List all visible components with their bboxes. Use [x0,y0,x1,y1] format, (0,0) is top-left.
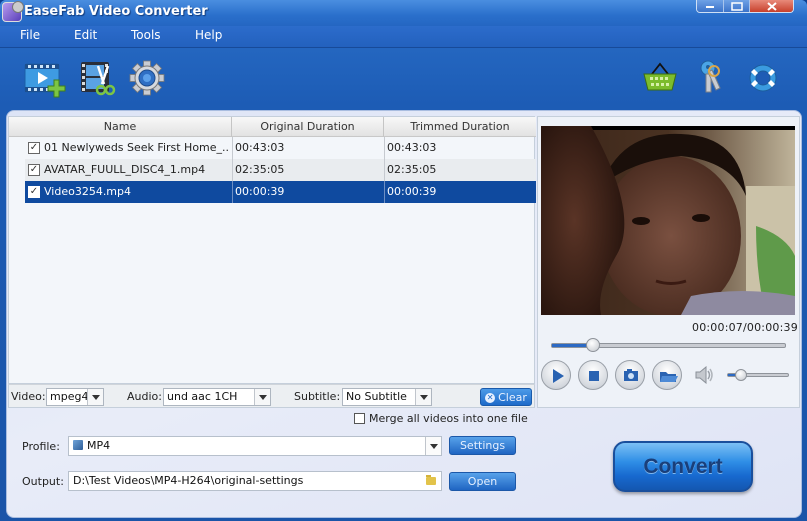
app-window: EaseFab Video Converter File Edit Tools … [0,0,807,521]
output-path-input[interactable]: D:\Test Videos\MP4-H264\original-setting… [68,471,442,491]
table-header: Name Original Duration Trimmed Duration [9,117,536,137]
column-header-name[interactable]: Name [9,117,232,137]
profile-label: Profile: [22,440,60,453]
trimmed-duration: 00:00:39 [384,181,536,203]
profile-format-icon [73,440,83,450]
camera-icon [624,369,638,381]
snapshot-button[interactable] [615,360,645,390]
video-frame-image [541,126,795,315]
file-list[interactable]: Name Original Duration Trimmed Duration … [8,116,536,384]
table-row-selected[interactable]: ✓ Video3254.mp4 00:00:39 00:00:39 [25,181,536,203]
volume-button[interactable] [694,365,714,385]
audio-track-select[interactable]: und aac 1CH [163,388,271,406]
merge-checkbox[interactable]: Merge all videos into one file [354,412,528,425]
audio-track-value: und aac 1CH [167,390,238,403]
maximize-icon [730,1,743,11]
menu-tools[interactable]: Tools [131,28,161,42]
original-duration: 00:43:03 [232,137,384,159]
app-logo-icon [2,1,24,22]
speaker-icon [695,365,713,385]
convert-button[interactable]: Convert [613,441,753,492]
film-scissors-icon [81,62,116,96]
column-header-trimmed-duration[interactable]: Trimmed Duration [384,117,536,137]
open-folder-button[interactable] [652,360,682,390]
output-path-value: D:\Test Videos\MP4-H264\original-setting… [73,474,304,487]
minimize-icon [706,6,714,8]
window-title: EaseFab Video Converter [24,4,208,19]
trimmed-duration: 02:35:05 [384,159,536,181]
volume-handle[interactable] [734,369,747,381]
video-codec-value: mpeg4 [50,390,89,403]
open-button[interactable]: Open [449,472,516,491]
add-video-button[interactable] [24,60,66,98]
keys-icon [700,60,721,93]
buy-basket-button[interactable] [642,60,682,98]
video-codec-select[interactable]: mpeg4 [46,388,104,406]
settings-gear-button[interactable] [128,60,168,98]
subtitle-value: No Subtitle [346,390,407,403]
original-duration: 02:35:05 [232,159,384,181]
basket-icon [643,62,677,91]
lifebuoy-icon [749,64,777,92]
play-icon [553,369,564,383]
stop-icon [589,371,599,381]
chevron-down-icon [87,389,103,405]
trimmed-duration: 00:43:03 [384,137,536,159]
close-button[interactable] [749,0,793,12]
file-name: 01 Newlyweds Seek First Home_... [44,141,230,154]
profile-select[interactable]: MP4 [68,436,442,456]
table-row[interactable]: ✓ 01 Newlyweds Seek First Home_... 00:43… [25,137,536,159]
stop-button[interactable] [578,360,608,390]
menu-file[interactable]: File [20,28,40,42]
chevron-down-icon [254,389,270,405]
original-duration: 00:00:39 [232,181,384,203]
clear-x-icon: ✕ [485,393,496,403]
maximize-button[interactable] [723,0,749,12]
column-header-original-duration[interactable]: Original Duration [232,117,384,137]
help-lifebuoy-button[interactable] [747,60,787,98]
row-checkbox[interactable]: ✓ [28,142,40,154]
close-icon [766,1,777,11]
menu-bar: File Edit Tools Help [0,26,807,48]
title-bar: EaseFab Video Converter [0,0,807,26]
subtitle-label: Subtitle: [294,390,341,403]
chevron-down-icon [425,437,441,455]
edit-video-button[interactable] [80,60,120,98]
stream-options-bar: Video: mpeg4 Audio: und aac 1CH Subtitle… [8,384,535,408]
file-name: AVATAR_FUULL_DISC4_1.mp4 [44,163,206,176]
playback-time: 00:00:07/00:00:39 [692,321,798,334]
window-controls [696,0,794,13]
merge-label: Merge all videos into one file [369,412,528,425]
chevron-down-icon [415,389,431,405]
subtitle-select[interactable]: No Subtitle [342,388,432,406]
row-checkbox[interactable]: ✓ [28,164,40,176]
video-label: Video: [11,390,46,403]
play-button[interactable] [541,360,571,390]
gear-icon [129,60,165,96]
browse-folder-icon[interactable] [426,475,436,485]
merge-checkbox-box[interactable] [354,413,365,424]
menu-help[interactable]: Help [195,28,222,42]
row-checkbox[interactable]: ✓ [28,186,40,198]
clear-button-label: Clear [498,391,527,404]
file-name: Video3254.mp4 [44,185,132,198]
clear-button[interactable]: ✕ Clear [480,388,532,406]
minimize-button[interactable] [697,0,723,12]
menu-edit[interactable]: Edit [74,28,97,42]
output-label: Output: [22,475,64,488]
film-plus-icon [24,63,66,98]
folder-open-icon [660,372,678,382]
toolbar [0,48,807,110]
settings-button[interactable]: Settings [449,436,516,455]
table-row[interactable]: ✓ AVATAR_FUULL_DISC4_1.mp4 02:35:05 02:3… [25,159,536,181]
register-keys-button[interactable] [698,60,738,98]
profile-value: MP4 [87,439,111,452]
audio-label: Audio: [127,390,162,403]
video-preview [541,126,795,315]
